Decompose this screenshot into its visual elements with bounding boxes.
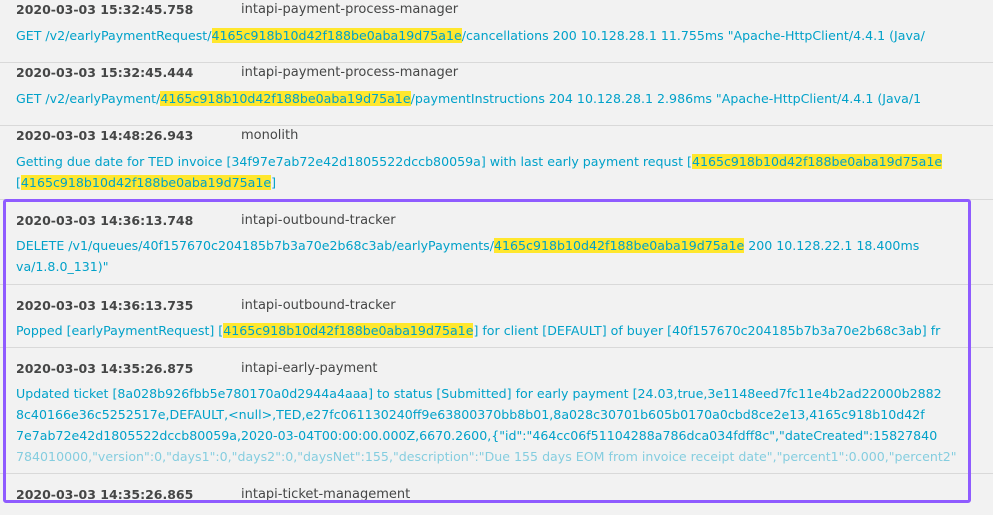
search-match: 4165c918b10d42f188be0aba19d75a1e <box>20 175 272 190</box>
log-entry-meta: 2020-03-03 14:36:13.748 intapi-outbound-… <box>0 211 993 231</box>
log-timestamp: 2020-03-03 14:35:26.865 <box>16 487 194 502</box>
log-message-line: DELETE /v1/queues/40f157670c204185b7b3a7… <box>16 235 993 256</box>
log-entry[interactable]: 2020-03-03 15:32:45.444 intapi-payment-p… <box>0 63 993 126</box>
log-message-line: va/1.8.0_131)" <box>16 256 993 277</box>
log-timestamp: 2020-03-03 14:36:13.748 <box>16 213 194 228</box>
log-text: DELETE /v1/queues/40f157670c204185b7b3a7… <box>16 238 494 253</box>
log-text: Popped [earlyPaymentRequest] [ <box>16 323 224 338</box>
search-match: 4165c918b10d42f188be0aba19d75a1e <box>160 91 411 106</box>
log-message[interactable]: DELETE /v1/queues/40f157670c204185b7b3a7… <box>16 235 993 277</box>
log-entry-meta: 2020-03-03 15:32:45.444 intapi-payment-p… <box>0 63 993 83</box>
log-text: 7e7ab72e42d1805522dccb80059a,2020-03-04T… <box>16 428 938 443</box>
log-timestamp: 2020-03-03 14:48:26.943 <box>16 128 194 143</box>
log-message-line: 7e7ab72e42d1805522dccb80059a,2020-03-04T… <box>16 425 993 446</box>
log-text: 200 10.128.22.1 18.400ms <box>744 238 920 253</box>
log-message-line: Getting due date for TED invoice [34f97e… <box>16 151 993 172</box>
log-entry[interactable]: 2020-03-03 14:35:26.865 intapi-ticket-ma… <box>0 474 993 515</box>
log-text: Updated ticket [8a028b926fbb5e780170a0d2… <box>16 386 942 401</box>
search-match: 4165c918b10d42f188be0aba19d75a1e <box>223 323 474 338</box>
log-service[interactable]: intapi-payment-process-manager <box>241 65 458 80</box>
log-message-line: Updated ticket [8a028b926fbb5e780170a0d2… <box>16 383 993 404</box>
log-service[interactable]: intapi-outbound-tracker <box>241 298 396 313</box>
log-entry[interactable]: 2020-03-03 15:32:45.758 intapi-payment-p… <box>0 0 993 63</box>
log-timestamp: 2020-03-03 14:35:26.875 <box>16 361 194 376</box>
log-service[interactable]: intapi-outbound-tracker <box>241 213 396 228</box>
log-entry[interactable]: 2020-03-03 14:35:26.875 intapi-early-pay… <box>0 348 993 474</box>
log-entry-meta: 2020-03-03 14:35:26.875 intapi-early-pay… <box>0 359 993 379</box>
log-entry[interactable]: 2020-03-03 14:48:26.943 monolith Getting… <box>0 126 993 200</box>
log-text: GET /v2/earlyPaymentRequest/ <box>16 28 212 43</box>
log-message-line: GET /v2/earlyPayment/4165c918b10d42f188b… <box>16 88 993 109</box>
log-message[interactable]: Updated ticket [8a028b926fbb5e780170a0d2… <box>16 383 993 467</box>
log-entry[interactable]: 2020-03-03 14:36:13.748 intapi-outbound-… <box>0 200 993 285</box>
search-match: 4165c918b10d42f188be0aba19d75a1e <box>211 28 462 43</box>
log-timestamp: 2020-03-03 15:32:45.758 <box>16 2 194 17</box>
log-text: ] for client [DEFAULT] of buyer [40f1576… <box>473 323 941 338</box>
log-text: 8c40166e36c5252517e,DEFAULT,<null>,TED,e… <box>16 407 925 422</box>
log-timestamp: 2020-03-03 15:32:45.444 <box>16 65 194 80</box>
log-message[interactable]: GET /v2/earlyPaymentRequest/4165c918b10d… <box>16 25 993 46</box>
log-text: va/1.8.0_131)" <box>16 259 109 274</box>
log-entry-meta: 2020-03-03 15:32:45.758 intapi-payment-p… <box>0 0 993 20</box>
log-service[interactable]: intapi-payment-process-manager <box>241 2 458 17</box>
log-entry-meta: 2020-03-03 14:48:26.943 monolith <box>0 126 993 146</box>
log-text: GET /v2/earlyPayment/ <box>16 91 161 106</box>
log-message[interactable]: Getting due date for TED invoice [34f97e… <box>16 151 993 193</box>
log-message-line: [4165c918b10d42f188be0aba19d75a1e] <box>16 172 993 193</box>
log-message-line: Popped [earlyPaymentRequest] [4165c918b1… <box>16 320 993 341</box>
log-message-line: 784010000,"version":0,"days1":0,"days2":… <box>16 446 993 467</box>
log-service[interactable]: monolith <box>241 128 298 143</box>
log-timestamp: 2020-03-03 14:36:13.735 <box>16 298 194 313</box>
log-entry[interactable]: 2020-03-03 14:36:13.735 intapi-outbound-… <box>0 285 993 348</box>
log-text: Getting due date for TED invoice [34f97e… <box>16 154 692 169</box>
log-message-line: GET /v2/earlyPaymentRequest/4165c918b10d… <box>16 25 993 46</box>
search-match: 4165c918b10d42f188be0aba19d75a1e <box>691 154 943 169</box>
log-text: 784010000,"version":0,"days1":0,"days2":… <box>16 449 957 464</box>
search-match: 4165c918b10d42f188be0aba19d75a1e <box>493 238 745 253</box>
log-text: ] <box>271 175 277 190</box>
log-text: /cancellations 200 10.128.28.1 11.755ms … <box>461 28 925 43</box>
log-entry-meta: 2020-03-03 14:35:26.865 intapi-ticket-ma… <box>0 485 993 505</box>
log-service[interactable]: intapi-early-payment <box>241 361 377 376</box>
log-message[interactable]: GET /v2/earlyPayment/4165c918b10d42f188b… <box>16 88 993 109</box>
log-text: /paymentInstructions 204 10.128.28.1 2.9… <box>410 91 922 106</box>
log-entry-meta: 2020-03-03 14:36:13.735 intapi-outbound-… <box>0 296 993 316</box>
log-message-line: 8c40166e36c5252517e,DEFAULT,<null>,TED,e… <box>16 404 993 425</box>
log-service[interactable]: intapi-ticket-management <box>241 487 410 502</box>
log-message[interactable]: Popped [earlyPaymentRequest] [4165c918b1… <box>16 320 993 341</box>
